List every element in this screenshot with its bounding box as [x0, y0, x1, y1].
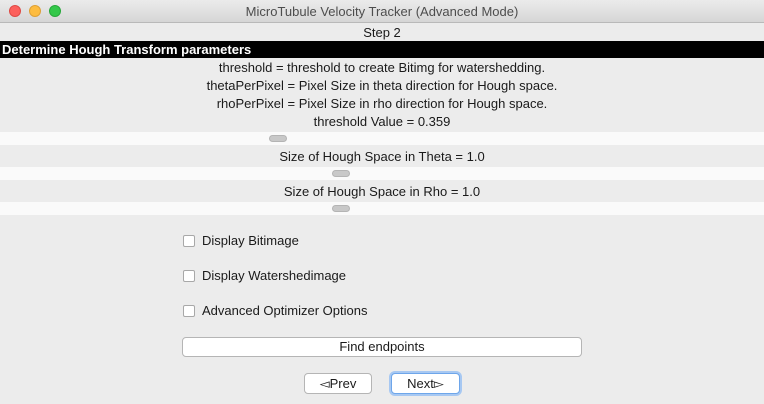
display-bitimage-checkbox[interactable]: Display Bitimage: [183, 233, 299, 248]
threshold-description: threshold = threshold to create Bitimg f…: [218, 60, 546, 75]
window-titlebar: MicroTubule Velocity Tracker (Advanced M…: [0, 0, 764, 23]
threshold-value-label: threshold Value = 0.359: [313, 114, 451, 129]
advanced-optimizer-options-checkbox[interactable]: Advanced Optimizer Options: [183, 303, 367, 318]
threshold-slider[interactable]: [0, 132, 764, 145]
checkbox-box[interactable]: [183, 304, 195, 317]
theta-size-label: Size of Hough Space in Theta = 1.0: [279, 149, 485, 164]
checkbox-box[interactable]: [183, 234, 195, 247]
theta-per-pixel-description: thetaPerPixel = Pixel Size in theta dire…: [206, 78, 558, 93]
display-watershedimage-checkbox[interactable]: Display Watershedimage: [183, 268, 346, 283]
next-button[interactable]: Next▻: [391, 373, 460, 394]
display-bitimage-label: Display Bitimage: [202, 233, 299, 248]
rho-slider-thumb[interactable]: [332, 205, 350, 212]
display-watershedimage-label: Display Watershedimage: [202, 268, 347, 283]
prev-button[interactable]: ◅Prev: [304, 373, 372, 394]
advanced-optimizer-options-label: Advanced Optimizer Options: [202, 303, 368, 318]
theta-slider-thumb[interactable]: [332, 170, 350, 177]
theta-slider[interactable]: [0, 167, 764, 180]
window-title: MicroTubule Velocity Tracker (Advanced M…: [245, 4, 519, 19]
checkbox-box[interactable]: [183, 269, 195, 282]
section-header: Determine Hough Transform parameters: [0, 41, 764, 58]
threshold-slider-thumb[interactable]: [269, 135, 287, 142]
step-label: Step 2: [363, 25, 401, 40]
rho-per-pixel-description: rhoPerPixel = Pixel Size in rho directio…: [216, 96, 548, 111]
rho-slider[interactable]: [0, 202, 764, 215]
find-endpoints-button[interactable]: Find endpoints: [182, 337, 582, 357]
rho-size-label: Size of Hough Space in Rho = 1.0: [283, 184, 481, 199]
